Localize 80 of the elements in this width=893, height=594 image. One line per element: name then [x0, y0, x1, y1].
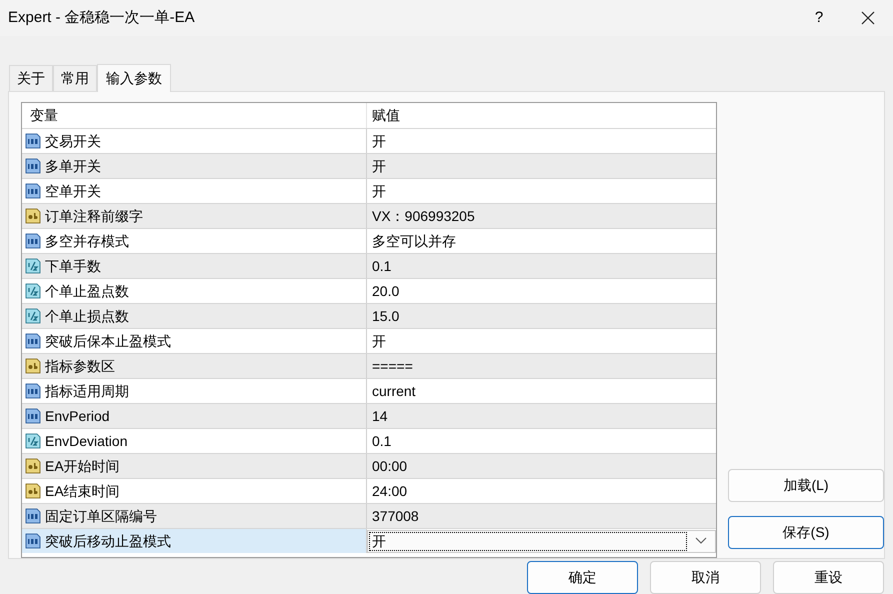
variable-name: EA开始时间 [45, 456, 120, 476]
text-type-icon [25, 358, 41, 374]
value-text: 14 [372, 406, 388, 426]
variable-name: 空单开关 [45, 182, 101, 200]
variable-name: EA结束时间 [45, 482, 120, 500]
value-text: current [372, 382, 416, 400]
tab[interactable]: 输入参数 [97, 64, 171, 92]
variable-name: 固定订单区隔编号 [45, 506, 157, 526]
table-row[interactable]: 下单手数 0.1 [22, 253, 716, 278]
number-type-icon [25, 383, 41, 399]
table-row[interactable]: 空单开关 开 [22, 178, 716, 203]
value-text: 24:00 [372, 482, 408, 500]
number-type-icon [25, 158, 41, 174]
table-row[interactable]: EA开始时间 00:00 [22, 453, 716, 478]
table-row[interactable]: 多单开关 开 [22, 153, 716, 178]
text-type-icon [25, 458, 41, 474]
help-button[interactable]: ? [795, 0, 843, 36]
variable-name: 突破后移动止盈模式 [45, 532, 171, 550]
number-type-icon [25, 233, 41, 249]
variable-name: 指标适用周期 [45, 382, 129, 400]
value-text: 0.1 [372, 256, 392, 276]
value-text: 开 [372, 332, 386, 350]
number-type-icon [25, 408, 41, 424]
variable-name: EnvDeviation [45, 432, 128, 450]
table-row[interactable]: 突破后保本止盈模式 开 [22, 328, 716, 353]
number-type-icon [25, 508, 41, 524]
value-text: 开 [372, 156, 386, 176]
table-row[interactable]: EnvPeriod 14 [22, 403, 716, 428]
variable-name: 下单手数 [45, 256, 101, 276]
variable-name: 个单止盈点数 [45, 282, 129, 300]
side-button[interactable]: 保存(S) [728, 516, 884, 549]
table-row[interactable]: 订单注释前缀字 VX：906993205 [22, 203, 716, 228]
table-row[interactable]: EA结束时间 24:00 [22, 478, 716, 503]
variable-name: 个单止损点数 [45, 306, 129, 326]
value-text: ===== [372, 356, 413, 376]
tab[interactable]: 关于 [9, 65, 53, 91]
variable-name: 指标参数区 [45, 356, 115, 376]
value-text: 开 [372, 182, 386, 200]
table-row[interactable]: 固定订单区隔编号 377008 [22, 503, 716, 528]
value-text: 0.1 [372, 432, 392, 450]
fraction-type-icon [25, 433, 41, 449]
variable-name: 突破后保本止盈模式 [45, 332, 171, 350]
fraction-type-icon [25, 308, 41, 324]
table-row[interactable]: 指标适用周期 current [22, 378, 716, 403]
value-text: 377008 [372, 506, 419, 526]
table-row[interactable]: EnvDeviation 0.1 [22, 428, 716, 453]
table-row[interactable]: 突破后移动止盈模式 开 [22, 528, 716, 553]
window-title: Expert - 金稳稳一次一单-EA [8, 8, 196, 28]
number-type-icon [25, 333, 41, 349]
table-row[interactable]: 个单止盈点数 20.0 [22, 278, 716, 303]
value-text: 15.0 [372, 306, 400, 326]
variable-name: 多单开关 [45, 156, 101, 176]
text-type-icon [25, 483, 41, 499]
side-button[interactable]: 加载(L) [728, 469, 884, 502]
dialog-button[interactable]: 确定 [527, 561, 638, 594]
number-type-icon [25, 183, 41, 199]
fraction-type-icon [25, 283, 41, 299]
value-text: 开 [372, 132, 386, 150]
close-icon [861, 11, 875, 25]
variable-name: 多空并存模式 [45, 232, 129, 250]
variable-name: 订单注释前缀字 [45, 206, 143, 226]
chevron-down-icon [695, 537, 707, 545]
value-text: 多空可以并存 [372, 232, 456, 250]
number-type-icon [25, 533, 41, 549]
table-row[interactable]: 指标参数区 ===== [22, 353, 716, 378]
value-text: 20.0 [372, 282, 400, 300]
dialog-button[interactable]: 重设 [773, 561, 884, 594]
fraction-type-icon [25, 258, 41, 274]
text-type-icon [25, 208, 41, 224]
variable-name: EnvPeriod [45, 406, 110, 426]
variable-name: 交易开关 [45, 132, 101, 150]
table-row[interactable]: 交易开关 开 [22, 128, 716, 153]
tab[interactable]: 常用 [53, 65, 97, 91]
value-text: VX：906993205 [372, 206, 475, 226]
number-type-icon [25, 133, 41, 149]
dialog-button[interactable]: 取消 [650, 561, 761, 594]
value-text: 00:00 [372, 456, 408, 476]
table-row[interactable]: 个单止损点数 15.0 [22, 303, 716, 328]
value-dropdown[interactable]: 开 [367, 530, 716, 552]
table-row[interactable]: 多空并存模式 多空可以并存 [22, 228, 716, 253]
